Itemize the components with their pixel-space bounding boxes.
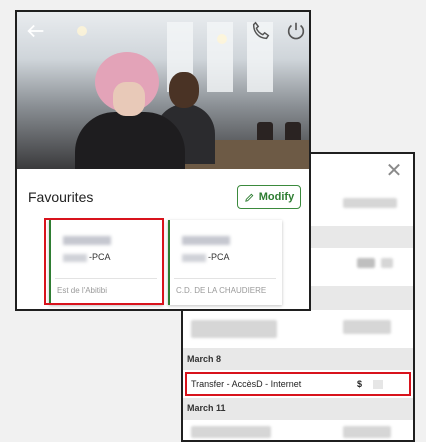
transaction-row-highlighted[interactable]: Transfer - AccèsD - Internet $ (185, 372, 411, 396)
blurred-value (357, 258, 375, 268)
phone-icon[interactable] (250, 20, 272, 42)
close-icon[interactable]: ✕ (385, 161, 403, 181)
date-header: March 11 (183, 398, 413, 420)
highlight-box (44, 218, 164, 305)
modify-button[interactable]: Modify (237, 185, 301, 209)
date-label: March 8 (187, 354, 222, 364)
transaction-label: Transfer - AccèsD - Internet (191, 379, 302, 389)
blurred-value (343, 320, 391, 334)
favourites-card: Favourites Modify -PCA Est de l'Abitibi … (15, 10, 311, 311)
pencil-icon (244, 193, 254, 202)
blurred-value (343, 198, 397, 208)
favourites-title: Favourites (28, 189, 94, 205)
modify-label: Modify (258, 191, 295, 203)
account-branch: C.D. DE LA CHAUDIERE (176, 286, 267, 295)
date-label: March 11 (187, 403, 226, 413)
blurred-value (343, 426, 391, 438)
power-icon[interactable] (285, 20, 307, 42)
blurred-value (191, 426, 271, 438)
blurred-account-name (182, 236, 230, 245)
date-header: March 8 (183, 348, 413, 370)
blurred-amount (373, 380, 383, 389)
account-card[interactable]: -PCA C.D. DE LA CHAUDIERE (168, 220, 282, 305)
blurred-value (191, 320, 277, 338)
blurred-value (381, 258, 393, 268)
arrow-left-icon[interactable] (25, 20, 47, 42)
transaction-amount: $ (357, 379, 363, 389)
blurred-account-number (182, 254, 206, 262)
account-type: -PCA (208, 252, 230, 262)
